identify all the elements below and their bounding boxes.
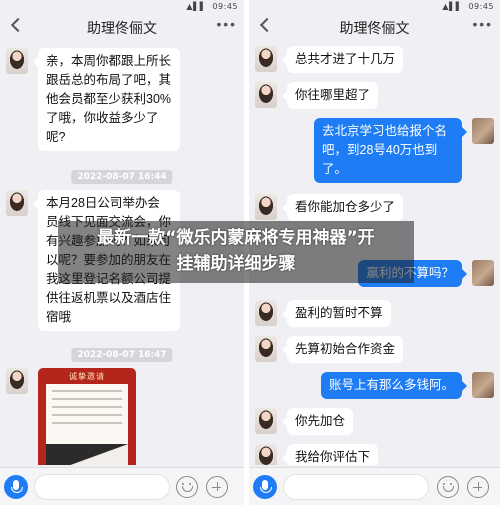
message-incoming: 我给你评估下 xyxy=(255,444,379,465)
plus-icon[interactable] xyxy=(467,476,489,498)
message-incoming: 你先加仓 xyxy=(255,408,354,435)
message-bubble[interactable]: 你先加仓 xyxy=(281,408,354,435)
avatar[interactable] xyxy=(472,260,494,286)
avatar[interactable] xyxy=(255,82,277,108)
message-input[interactable] xyxy=(34,474,170,500)
chat-title: 助理佟俪文 xyxy=(87,20,157,36)
more-icon[interactable]: • • • xyxy=(473,16,492,32)
message-outgoing: 账号上有那么多钱阿。 xyxy=(320,372,494,399)
card-caption: 诚挚邀请 xyxy=(69,372,105,381)
signal-indicator: ▲▌▌ xyxy=(442,2,463,11)
more-icon[interactable]: • • • xyxy=(217,16,236,32)
message-incoming: 总共才进了十几万 xyxy=(255,46,404,73)
message-bubble[interactable]: 看你能加仓多少了 xyxy=(281,194,404,221)
headline-line-1: 最新一款“微乐内蒙麻将专用神器”开 xyxy=(97,228,375,248)
message-timestamp: 2022-08-07 16:44 xyxy=(71,170,173,184)
emoji-icon[interactable] xyxy=(176,476,198,498)
message-incoming: 看你能加仓多少了 xyxy=(255,194,404,221)
message-incoming: 诚挚邀请 xyxy=(6,368,136,465)
message-incoming: 先算初始合作资金 xyxy=(255,336,404,363)
message-bubble[interactable]: 我给你评估下 xyxy=(281,444,379,465)
message-bubble[interactable]: 先算初始合作资金 xyxy=(281,336,404,363)
avatar[interactable] xyxy=(255,408,277,434)
status-time: 09:45 xyxy=(212,2,238,11)
status-bar: ▲▌▌ 09:45 xyxy=(0,0,244,14)
avatar[interactable] xyxy=(255,336,277,362)
headline-line-2: 挂辅助详细步骤 xyxy=(176,254,296,274)
message-bubble[interactable]: 盈利的暂时不算 xyxy=(282,300,391,327)
message-incoming: 你往哪里超了 xyxy=(255,82,379,109)
message-bubble[interactable]: 你往哪里超了 xyxy=(281,82,379,109)
avatar[interactable] xyxy=(472,118,494,144)
input-bar xyxy=(249,467,500,505)
message-timestamp: 2022-08-07 16:47 xyxy=(71,348,173,362)
input-bar xyxy=(0,467,244,505)
message-bubble[interactable]: 亲，本周你都跟上所长跟岳总的布局了吧，其他会员都至少获利30%了哦，你收益多少了… xyxy=(33,48,180,151)
chat-title: 助理佟俪文 xyxy=(339,20,410,36)
avatar[interactable] xyxy=(255,300,277,326)
message-outgoing: 去北京学习也给报个名吧，到28号40万也到了。 xyxy=(314,118,494,183)
card-image xyxy=(46,444,128,465)
chat-header: 助理佟俪文 • • • xyxy=(0,14,244,40)
mic-icon[interactable] xyxy=(253,475,277,499)
message-bubble[interactable]: 去北京学习也给报个名吧，到28号40万也到了。 xyxy=(314,118,467,183)
emoji-icon[interactable] xyxy=(437,476,459,498)
avatar[interactable] xyxy=(6,368,28,394)
avatar[interactable] xyxy=(255,194,277,220)
avatar[interactable] xyxy=(255,46,277,72)
status-bar: ▲▌▌ 09:45 xyxy=(249,0,500,14)
message-bubble[interactable]: 账号上有那么多钱阿。 xyxy=(320,372,468,399)
signal-indicator: ▲▌▌ xyxy=(186,2,207,11)
headline: 最新一款“微乐内蒙麻将专用神器”开 挂辅助详细步骤 xyxy=(58,225,414,277)
message-incoming: 盈利的暂时不算 xyxy=(255,300,391,327)
plus-icon[interactable] xyxy=(206,476,228,498)
invitation-card[interactable]: 诚挚邀请 xyxy=(38,368,136,465)
avatar[interactable] xyxy=(472,372,494,398)
message-input[interactable] xyxy=(283,474,429,500)
mic-icon[interactable] xyxy=(4,475,28,499)
avatar[interactable] xyxy=(6,190,28,216)
avatar[interactable] xyxy=(255,444,277,465)
message-bubble[interactable]: 总共才进了十几万 xyxy=(281,46,404,73)
status-time: 09:45 xyxy=(468,2,494,11)
chat-header: 助理佟俪文 • • • xyxy=(249,14,500,40)
message-incoming: 亲，本周你都跟上所长跟岳总的布局了吧，其他会员都至少获利30%了哦，你收益多少了… xyxy=(6,48,180,151)
avatar[interactable] xyxy=(6,48,28,74)
